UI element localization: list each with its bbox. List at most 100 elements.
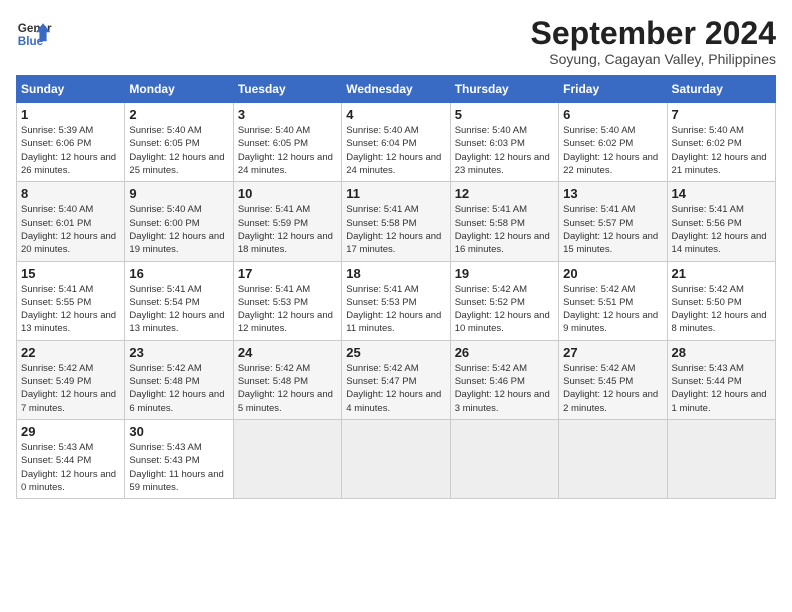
calendar-cell: 17 Sunrise: 5:41 AMSunset: 5:53 PMDaylig… — [233, 261, 341, 340]
day-info: Sunrise: 5:40 AMSunset: 6:02 PMDaylight:… — [672, 124, 771, 177]
calendar-cell — [559, 419, 667, 498]
day-info: Sunrise: 5:40 AMSunset: 6:01 PMDaylight:… — [21, 203, 120, 256]
day-number: 27 — [563, 345, 662, 360]
day-info: Sunrise: 5:40 AMSunset: 6:03 PMDaylight:… — [455, 124, 554, 177]
calendar-cell: 4 Sunrise: 5:40 AMSunset: 6:04 PMDayligh… — [342, 103, 450, 182]
day-info: Sunrise: 5:42 AMSunset: 5:47 PMDaylight:… — [346, 362, 445, 415]
day-number: 12 — [455, 186, 554, 201]
day-info: Sunrise: 5:42 AMSunset: 5:50 PMDaylight:… — [672, 283, 771, 336]
day-info: Sunrise: 5:41 AMSunset: 5:59 PMDaylight:… — [238, 203, 337, 256]
day-number: 20 — [563, 266, 662, 281]
calendar-cell: 21 Sunrise: 5:42 AMSunset: 5:50 PMDaylig… — [667, 261, 775, 340]
calendar-cell: 6 Sunrise: 5:40 AMSunset: 6:02 PMDayligh… — [559, 103, 667, 182]
calendar-cell: 23 Sunrise: 5:42 AMSunset: 5:48 PMDaylig… — [125, 340, 233, 419]
calendar-cell: 30 Sunrise: 5:43 AMSunset: 5:43 PMDaylig… — [125, 419, 233, 498]
day-info: Sunrise: 5:40 AMSunset: 6:02 PMDaylight:… — [563, 124, 662, 177]
day-number: 18 — [346, 266, 445, 281]
day-number: 3 — [238, 107, 337, 122]
page-header: General Blue September 2024 Soyung, Caga… — [16, 16, 776, 67]
day-number: 15 — [21, 266, 120, 281]
calendar-cell — [233, 419, 341, 498]
day-info: Sunrise: 5:42 AMSunset: 5:48 PMDaylight:… — [129, 362, 228, 415]
day-info: Sunrise: 5:41 AMSunset: 5:53 PMDaylight:… — [346, 283, 445, 336]
header-tuesday: Tuesday — [233, 76, 341, 103]
month-title: September 2024 — [531, 16, 776, 51]
day-number: 11 — [346, 186, 445, 201]
day-info: Sunrise: 5:42 AMSunset: 5:48 PMDaylight:… — [238, 362, 337, 415]
calendar-header-row: SundayMondayTuesdayWednesdayThursdayFrid… — [17, 76, 776, 103]
day-number: 17 — [238, 266, 337, 281]
location-subtitle: Soyung, Cagayan Valley, Philippines — [531, 51, 776, 67]
logo-icon: General Blue — [16, 16, 52, 52]
day-info: Sunrise: 5:42 AMSunset: 5:51 PMDaylight:… — [563, 283, 662, 336]
day-info: Sunrise: 5:41 AMSunset: 5:55 PMDaylight:… — [21, 283, 120, 336]
calendar-week-1: 1 Sunrise: 5:39 AMSunset: 6:06 PMDayligh… — [17, 103, 776, 182]
day-info: Sunrise: 5:40 AMSunset: 6:05 PMDaylight:… — [238, 124, 337, 177]
day-number: 23 — [129, 345, 228, 360]
day-number: 10 — [238, 186, 337, 201]
day-number: 28 — [672, 345, 771, 360]
header-thursday: Thursday — [450, 76, 558, 103]
day-number: 30 — [129, 424, 228, 439]
calendar-cell: 1 Sunrise: 5:39 AMSunset: 6:06 PMDayligh… — [17, 103, 125, 182]
calendar-cell: 11 Sunrise: 5:41 AMSunset: 5:58 PMDaylig… — [342, 182, 450, 261]
day-info: Sunrise: 5:41 AMSunset: 5:58 PMDaylight:… — [346, 203, 445, 256]
day-number: 7 — [672, 107, 771, 122]
calendar-cell: 15 Sunrise: 5:41 AMSunset: 5:55 PMDaylig… — [17, 261, 125, 340]
day-number: 9 — [129, 186, 228, 201]
day-number: 24 — [238, 345, 337, 360]
calendar-cell: 26 Sunrise: 5:42 AMSunset: 5:46 PMDaylig… — [450, 340, 558, 419]
day-number: 25 — [346, 345, 445, 360]
calendar-cell: 7 Sunrise: 5:40 AMSunset: 6:02 PMDayligh… — [667, 103, 775, 182]
title-block: September 2024 Soyung, Cagayan Valley, P… — [531, 16, 776, 67]
day-number: 19 — [455, 266, 554, 281]
calendar-cell: 22 Sunrise: 5:42 AMSunset: 5:49 PMDaylig… — [17, 340, 125, 419]
calendar-cell: 18 Sunrise: 5:41 AMSunset: 5:53 PMDaylig… — [342, 261, 450, 340]
calendar-cell: 20 Sunrise: 5:42 AMSunset: 5:51 PMDaylig… — [559, 261, 667, 340]
calendar-cell: 27 Sunrise: 5:42 AMSunset: 5:45 PMDaylig… — [559, 340, 667, 419]
day-number: 29 — [21, 424, 120, 439]
calendar-cell — [667, 419, 775, 498]
calendar-table: SundayMondayTuesdayWednesdayThursdayFrid… — [16, 75, 776, 499]
day-info: Sunrise: 5:41 AMSunset: 5:56 PMDaylight:… — [672, 203, 771, 256]
day-number: 16 — [129, 266, 228, 281]
calendar-cell: 24 Sunrise: 5:42 AMSunset: 5:48 PMDaylig… — [233, 340, 341, 419]
calendar-week-5: 29 Sunrise: 5:43 AMSunset: 5:44 PMDaylig… — [17, 419, 776, 498]
header-wednesday: Wednesday — [342, 76, 450, 103]
calendar-cell: 12 Sunrise: 5:41 AMSunset: 5:58 PMDaylig… — [450, 182, 558, 261]
day-info: Sunrise: 5:40 AMSunset: 6:05 PMDaylight:… — [129, 124, 228, 177]
calendar-cell: 25 Sunrise: 5:42 AMSunset: 5:47 PMDaylig… — [342, 340, 450, 419]
day-number: 22 — [21, 345, 120, 360]
calendar-cell: 29 Sunrise: 5:43 AMSunset: 5:44 PMDaylig… — [17, 419, 125, 498]
logo: General Blue — [16, 16, 52, 52]
calendar-week-3: 15 Sunrise: 5:41 AMSunset: 5:55 PMDaylig… — [17, 261, 776, 340]
day-info: Sunrise: 5:43 AMSunset: 5:44 PMDaylight:… — [672, 362, 771, 415]
day-number: 13 — [563, 186, 662, 201]
header-friday: Friday — [559, 76, 667, 103]
day-number: 6 — [563, 107, 662, 122]
day-info: Sunrise: 5:41 AMSunset: 5:54 PMDaylight:… — [129, 283, 228, 336]
day-number: 14 — [672, 186, 771, 201]
calendar-cell: 10 Sunrise: 5:41 AMSunset: 5:59 PMDaylig… — [233, 182, 341, 261]
day-number: 4 — [346, 107, 445, 122]
header-saturday: Saturday — [667, 76, 775, 103]
calendar-cell: 19 Sunrise: 5:42 AMSunset: 5:52 PMDaylig… — [450, 261, 558, 340]
day-number: 21 — [672, 266, 771, 281]
calendar-week-4: 22 Sunrise: 5:42 AMSunset: 5:49 PMDaylig… — [17, 340, 776, 419]
calendar-cell: 13 Sunrise: 5:41 AMSunset: 5:57 PMDaylig… — [559, 182, 667, 261]
day-number: 8 — [21, 186, 120, 201]
day-number: 5 — [455, 107, 554, 122]
day-info: Sunrise: 5:42 AMSunset: 5:45 PMDaylight:… — [563, 362, 662, 415]
day-number: 26 — [455, 345, 554, 360]
day-info: Sunrise: 5:40 AMSunset: 6:00 PMDaylight:… — [129, 203, 228, 256]
calendar-cell: 2 Sunrise: 5:40 AMSunset: 6:05 PMDayligh… — [125, 103, 233, 182]
day-info: Sunrise: 5:42 AMSunset: 5:49 PMDaylight:… — [21, 362, 120, 415]
day-info: Sunrise: 5:41 AMSunset: 5:57 PMDaylight:… — [563, 203, 662, 256]
calendar-cell — [342, 419, 450, 498]
day-info: Sunrise: 5:43 AMSunset: 5:43 PMDaylight:… — [129, 441, 228, 494]
day-info: Sunrise: 5:41 AMSunset: 5:53 PMDaylight:… — [238, 283, 337, 336]
day-info: Sunrise: 5:43 AMSunset: 5:44 PMDaylight:… — [21, 441, 120, 494]
header-monday: Monday — [125, 76, 233, 103]
day-info: Sunrise: 5:40 AMSunset: 6:04 PMDaylight:… — [346, 124, 445, 177]
calendar-cell: 28 Sunrise: 5:43 AMSunset: 5:44 PMDaylig… — [667, 340, 775, 419]
